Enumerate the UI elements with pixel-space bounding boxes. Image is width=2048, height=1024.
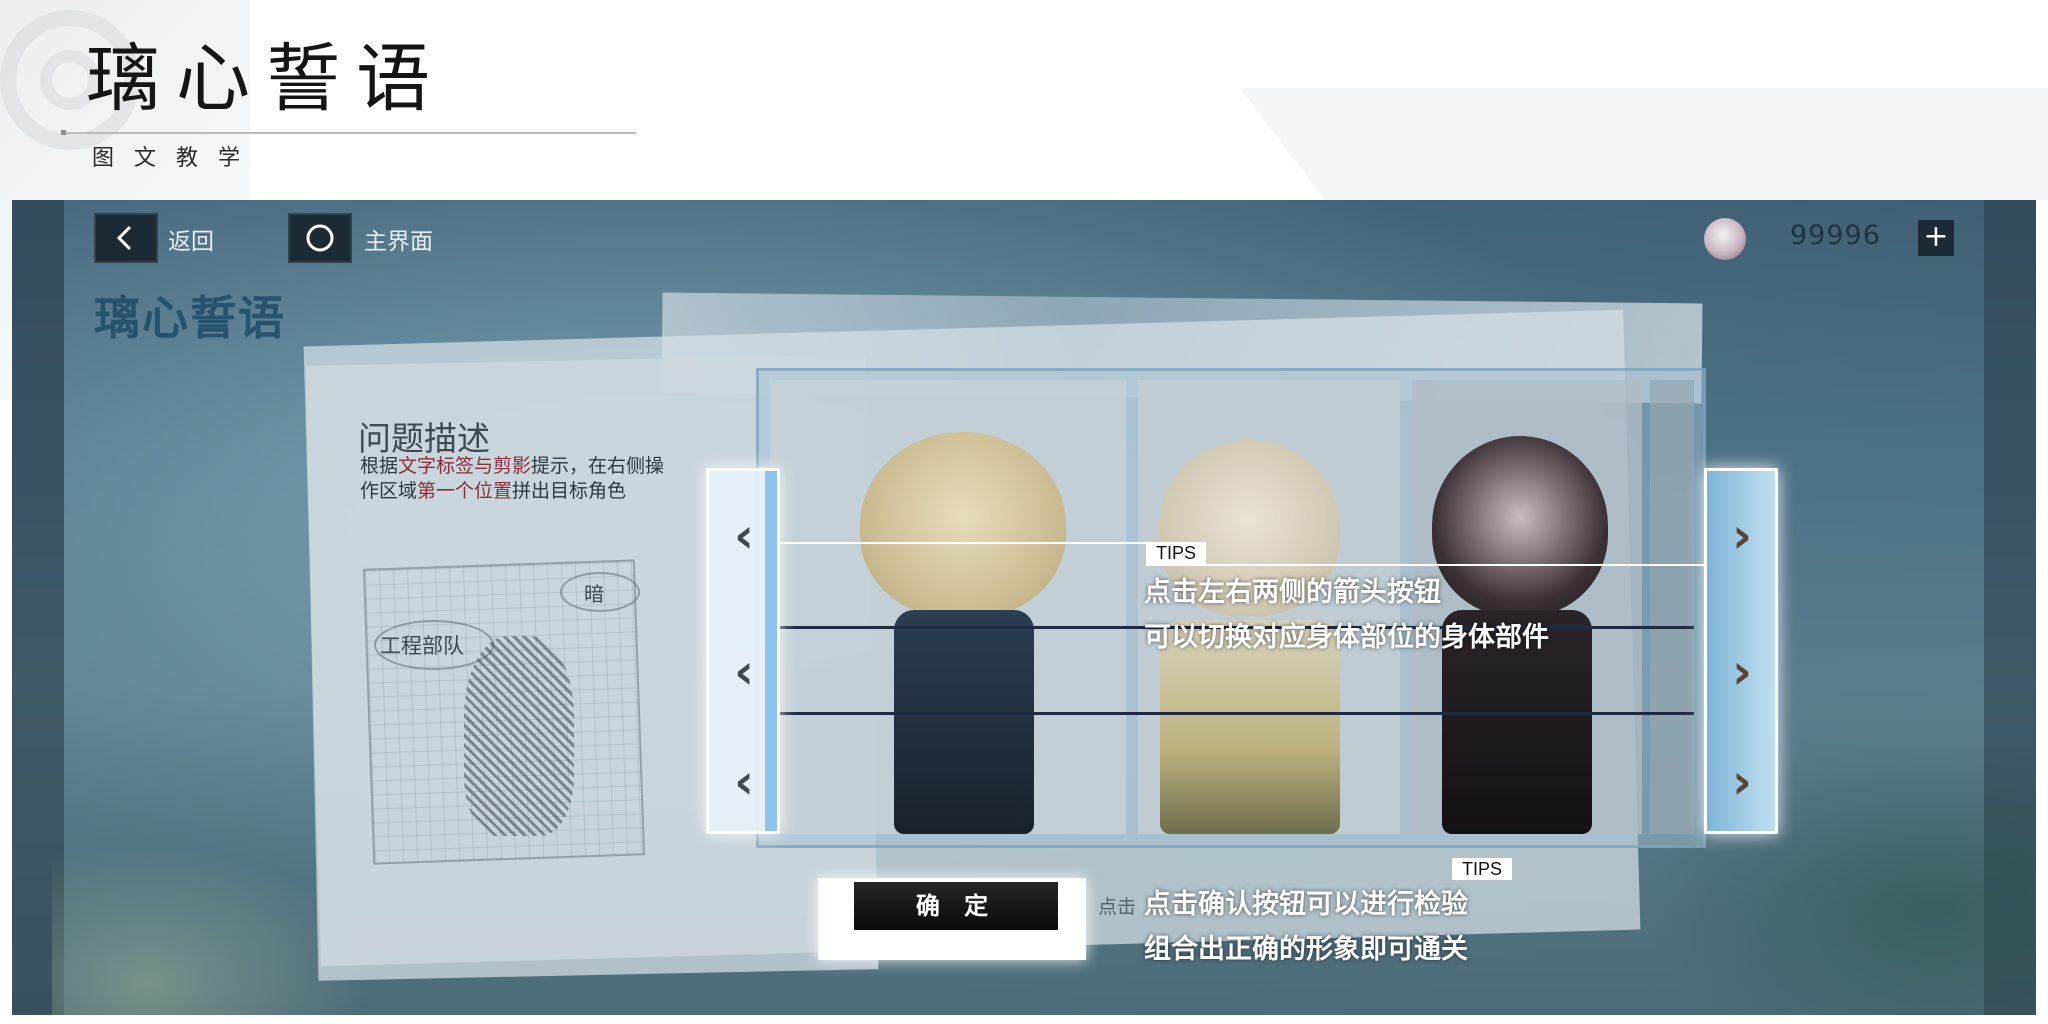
- tip-1-pointer-line: [778, 542, 1146, 544]
- tip-1-line-1: 点击左右两侧的箭头按钮: [1144, 577, 1441, 608]
- confirm-button[interactable]: 确 定: [854, 882, 1058, 930]
- game-screenshot: 返回 主界面 99996 + 璃心誓语 问题描述 根据文字标签与剪影提示，在右侧…: [12, 200, 2036, 1015]
- desc-highlight-2: 第一个位置: [417, 480, 513, 502]
- desc-prefix: 根据: [360, 455, 399, 477]
- character-1-body: [894, 610, 1034, 834]
- currency-icon: [1704, 218, 1746, 260]
- part-divider-body: [770, 712, 1694, 715]
- back-arrow-icon: [116, 225, 132, 251]
- add-currency-button[interactable]: +: [1918, 220, 1954, 256]
- body-next-arrow-icon[interactable]: ›: [1717, 647, 1767, 697]
- problem-description: 根据文字标签与剪影提示，在右侧操作区域第一个位置拼出目标角色: [360, 454, 680, 504]
- hint-label-team: 工程部队: [380, 634, 464, 658]
- body-prev-arrow-icon[interactable]: ‹: [719, 647, 769, 697]
- game-title: 璃心誓语: [94, 291, 286, 345]
- hint-label-dark: 暗: [584, 582, 604, 606]
- character-slot-4: [1650, 380, 1694, 834]
- page-subtitle: 图文教学: [92, 146, 261, 171]
- tip-2-tag: TIPS: [1452, 858, 1513, 880]
- header-background-right: [1240, 88, 2048, 200]
- desc-highlight-1: 文字标签与剪影: [398, 455, 532, 477]
- tip-2-line-2: 组合出正确的形象即可通关: [1144, 934, 1468, 965]
- head-next-arrow-icon[interactable]: ›: [1717, 511, 1767, 561]
- tip-1-line-2: 可以切换对应身体部位的身体部件: [1144, 622, 1549, 653]
- back-button[interactable]: [94, 213, 158, 263]
- home-button[interactable]: [288, 213, 352, 263]
- left-arrow-column: ‹ ‹ ‹: [706, 468, 780, 834]
- page-title: 璃心誓语: [86, 36, 446, 122]
- legs-next-arrow-icon[interactable]: ›: [1717, 757, 1767, 807]
- confirm-hint: 点击: [1098, 896, 1137, 918]
- tip-2-text: 点击确认按钮可以进行检验 组合出正确的形象即可通关: [1144, 882, 1468, 972]
- head-prev-arrow-icon[interactable]: ‹: [719, 511, 769, 561]
- tip-2-line-1: 点击确认按钮可以进行检验: [1144, 889, 1468, 920]
- back-label[interactable]: 返回: [168, 222, 214, 256]
- title-divider-dot: [61, 130, 66, 135]
- legs-prev-arrow-icon[interactable]: ‹: [719, 757, 769, 807]
- home-label[interactable]: 主界面: [364, 222, 433, 256]
- tip-1-tag: TIPS: [1146, 542, 1207, 564]
- silhouette-shape: [464, 636, 574, 836]
- tip-1-text: 点击左右两侧的箭头按钮 可以切换对应身体部位的身体部件: [1144, 570, 1549, 660]
- home-circle-icon: [306, 224, 334, 252]
- tip-1-pointer-line-right: [1146, 564, 1706, 566]
- character-1-head: [860, 432, 1066, 618]
- problem-title: 问题描述: [358, 419, 490, 458]
- title-divider: [62, 132, 636, 134]
- right-arrow-column: › › ›: [1704, 468, 1778, 834]
- desc-suffix: 拼出目标角色: [512, 480, 627, 502]
- currency-value: 99996: [1790, 220, 1881, 251]
